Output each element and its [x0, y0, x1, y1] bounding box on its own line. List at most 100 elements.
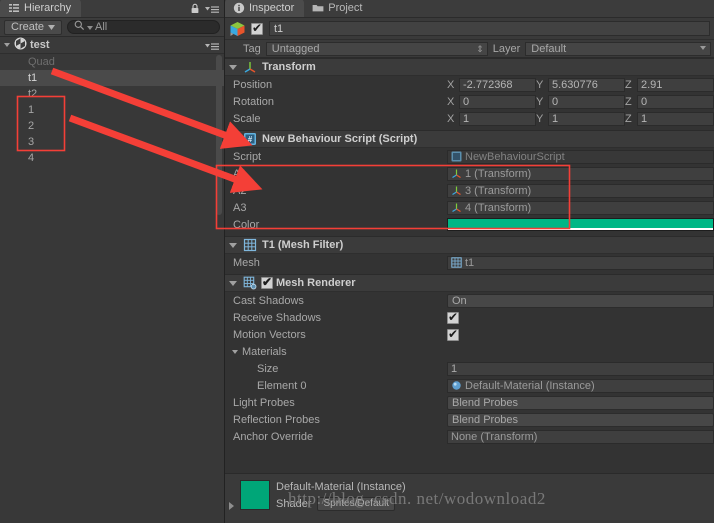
a3-object-field[interactable]: 4 (Transform): [447, 200, 714, 215]
scale-y-axis: Y 1: [536, 111, 625, 126]
hierarchy-item-label: 4: [28, 152, 35, 164]
script-value: NewBehaviourScript: [465, 150, 565, 163]
rotation-z-axis: Z 0: [625, 94, 714, 109]
tag-dropdown[interactable]: Untagged: [265, 41, 488, 56]
script-field-a3-row: A3 4 (Transform): [225, 199, 714, 216]
scale-z-field[interactable]: 1: [637, 111, 714, 126]
foldout-icon[interactable]: [229, 136, 237, 142]
component-title: Transform: [262, 61, 316, 73]
anchor-override-label: Anchor Override: [233, 430, 314, 443]
search-dropdown-icon[interactable]: [87, 21, 94, 33]
scale-label: Scale: [233, 112, 261, 125]
anchor-override-object-field[interactable]: None (Transform): [447, 429, 714, 444]
list-item[interactable]: Quad: [0, 54, 224, 70]
svg-text:#: #: [248, 135, 253, 144]
scene-root-row[interactable]: test: [0, 37, 224, 54]
light-probes-dropdown[interactable]: Blend Probes: [447, 395, 714, 410]
tab-hierarchy-label: Hierarchy: [24, 2, 72, 14]
position-z-field[interactable]: 2.91: [637, 77, 714, 92]
mesh-icon: [451, 257, 462, 268]
gameobject-enabled-checkbox[interactable]: [251, 21, 263, 35]
a1-label: A1: [233, 167, 247, 180]
a2-value: 3 (Transform): [465, 184, 532, 197]
list-item[interactable]: 2: [0, 118, 224, 134]
color-swatch-field[interactable]: [447, 218, 714, 231]
position-x-field[interactable]: -2.772368: [459, 77, 536, 92]
component-header-transform[interactable]: Transform: [225, 58, 714, 76]
mesh-row: Mesh t1: [225, 254, 714, 271]
hierarchy-menu-icon[interactable]: [205, 4, 219, 17]
gameobject-name-field[interactable]: t1: [269, 21, 710, 36]
materials-size-field[interactable]: 1: [447, 361, 714, 376]
light-probes-row: Light Probes Blend Probes: [225, 394, 714, 411]
list-item[interactable]: t2: [0, 86, 224, 102]
layer-dropdown[interactable]: Default: [525, 41, 711, 56]
cast-shadows-label: Cast Shadows: [233, 294, 304, 307]
unity-editor-window: Hierarchy Create All test Quad t1 t2 1 2…: [0, 0, 714, 523]
rotation-y-field[interactable]: 0: [548, 94, 625, 109]
component-title: T1 (Mesh Filter): [262, 239, 344, 251]
list-item[interactable]: 4: [0, 150, 224, 166]
materials-foldout-icon[interactable]: [232, 349, 238, 354]
tag-value: Untagged: [271, 42, 320, 55]
scale-x-field[interactable]: 1: [459, 111, 536, 126]
create-button[interactable]: Create: [4, 19, 63, 35]
component-header-mesh-filter[interactable]: T1 (Mesh Filter): [225, 236, 714, 254]
a2-object-field[interactable]: 3 (Transform): [447, 183, 714, 198]
lock-icon[interactable]: [190, 3, 200, 17]
materials-row[interactable]: Materials: [225, 343, 714, 360]
shader-label: Shader: [276, 498, 312, 510]
material-preview-foldout-icon[interactable]: [229, 502, 234, 510]
motion-vectors-checkbox[interactable]: [447, 327, 459, 341]
search-input[interactable]: All: [67, 20, 220, 34]
rotation-x-axis: X 0: [447, 94, 536, 109]
scale-y-field[interactable]: 1: [548, 111, 625, 126]
a3-value: 4 (Transform): [465, 201, 532, 214]
scale-x-axis: X 1: [447, 111, 536, 126]
element0-value: Default-Material (Instance): [465, 379, 595, 392]
list-item[interactable]: t1: [0, 70, 224, 86]
foldout-icon[interactable]: [229, 280, 237, 286]
component-header-mesh-renderer[interactable]: Mesh Renderer: [225, 274, 714, 292]
rotation-y-axis: Y 0: [536, 94, 625, 109]
rotation-x-field[interactable]: 0: [459, 94, 536, 109]
cast-shadows-dropdown[interactable]: On: [447, 293, 714, 308]
mesh-renderer-icon: [243, 276, 257, 290]
tab-hierarchy[interactable]: Hierarchy: [0, 0, 82, 17]
rotation-z-field[interactable]: 0: [637, 94, 714, 109]
cast-shadows-row: Cast Shadows On: [225, 292, 714, 309]
element0-object-field[interactable]: Default-Material (Instance): [447, 378, 714, 393]
script-object-field[interactable]: NewBehaviourScript: [447, 149, 714, 164]
hierarchy-item-label: t1: [28, 72, 38, 84]
script-reference-row: Script NewBehaviourScript: [225, 148, 714, 165]
light-probes-value: Blend Probes: [452, 396, 519, 409]
list-item[interactable]: 3: [0, 134, 224, 150]
script-color-row: Color: [225, 216, 714, 233]
mesh-renderer-enabled-checkbox[interactable]: [261, 275, 273, 289]
transform-icon: [243, 60, 257, 74]
motion-vectors-label: Motion Vectors: [233, 328, 306, 341]
scene-foldout-icon[interactable]: [4, 43, 10, 47]
scene-menu-icon[interactable]: [205, 41, 219, 54]
shader-dropdown[interactable]: Sprites/Default: [317, 497, 396, 511]
hierarchy-scrollbar[interactable]: [216, 55, 222, 215]
receive-shadows-checkbox[interactable]: [447, 310, 459, 324]
tab-inspector[interactable]: Inspector: [225, 0, 305, 17]
element0-label: Element 0: [257, 379, 307, 392]
a1-object-field[interactable]: 1 (Transform): [447, 166, 714, 181]
anchor-override-row: Anchor Override None (Transform): [225, 428, 714, 445]
reflection-probes-dropdown[interactable]: Blend Probes: [447, 412, 714, 427]
mesh-object-field[interactable]: t1: [447, 255, 714, 270]
foldout-icon[interactable]: [229, 242, 237, 248]
tag-layer-row: Tag Untagged Layer Default: [225, 40, 714, 58]
list-item[interactable]: 1: [0, 102, 224, 118]
position-y-field[interactable]: 5.630776: [548, 77, 625, 92]
receive-shadows-row: Receive Shadows: [225, 309, 714, 326]
tab-project[interactable]: Project: [304, 0, 372, 17]
component-header-script[interactable]: # New Behaviour Script (Script): [225, 130, 714, 148]
material-preview-title: Default-Material (Instance): [276, 481, 406, 493]
foldout-icon[interactable]: [229, 64, 237, 70]
axis-y-label: Y: [536, 78, 544, 91]
reflection-probes-row: Reflection Probes Blend Probes: [225, 411, 714, 428]
csharp-script-icon: #: [243, 132, 257, 146]
